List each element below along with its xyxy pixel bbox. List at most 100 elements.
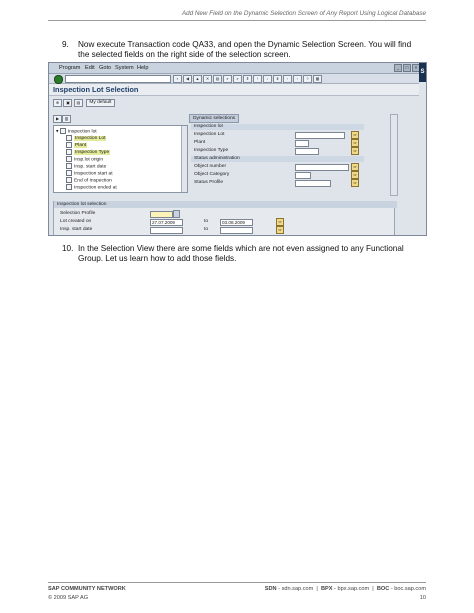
- minimize-icon[interactable]: _: [394, 64, 402, 72]
- sap-logo-icon: S: [419, 63, 426, 82]
- get-variant-icon[interactable]: ▣: [63, 99, 73, 107]
- dynamic-selections-icon[interactable]: ▤: [73, 99, 83, 107]
- back-icon[interactable]: ◀: [183, 75, 192, 83]
- header-divider: [48, 20, 426, 21]
- sdn-label: SDN: [264, 586, 277, 592]
- to-label: to: [204, 219, 209, 224]
- lot-created-from-input[interactable]: 27.07.2009: [150, 219, 183, 226]
- multiple-selection-icon[interactable]: ⇨: [351, 131, 359, 139]
- multiple-selection-icon[interactable]: ⇨: [351, 163, 359, 171]
- dynamic-selections-scrollbar[interactable]: [390, 114, 398, 196]
- tree-toolbar: ▶ ▥: [53, 115, 71, 123]
- find-next-icon[interactable]: ⌕: [233, 75, 242, 83]
- inspection-type-input[interactable]: [295, 148, 319, 155]
- multiple-selection-icon[interactable]: ⇨: [276, 226, 284, 234]
- field-label: Inspection Lot: [194, 132, 225, 137]
- shortcut-icon[interactable]: ▫: [293, 75, 302, 83]
- dynamic-selections-panel: Dynamic selections Inspection lot Inspec…: [189, 114, 389, 194]
- field-icon: [66, 142, 72, 148]
- enter-icon[interactable]: [54, 75, 63, 84]
- find-icon[interactable]: ⌕: [223, 75, 232, 83]
- field-label: Inspection Type: [194, 148, 229, 153]
- first-page-icon[interactable]: ⇞: [243, 75, 252, 83]
- maximize-icon[interactable]: □: [403, 64, 411, 72]
- insp-start-date-from-input[interactable]: [150, 227, 183, 234]
- execute-icon[interactable]: ⊕: [53, 99, 62, 107]
- dynamic-selections-tab[interactable]: Dynamic selections: [189, 114, 240, 123]
- folder-icon: [59, 128, 66, 134]
- menu-bar: Program Edit Goto System Help _ □ ×: [49, 63, 426, 74]
- footer-copyright: © 2009 SAP AG: [48, 595, 89, 601]
- bpx-link[interactable]: bpx.sap.com: [337, 586, 369, 592]
- status-profile-input[interactable]: [295, 180, 331, 187]
- plant-input[interactable]: [295, 140, 309, 147]
- field-icon: [66, 156, 72, 162]
- transfer-icon[interactable]: ▶: [53, 115, 62, 123]
- multiple-selection-icon[interactable]: ⇨: [351, 179, 359, 187]
- page-number: 10: [419, 595, 426, 601]
- value-help-icon[interactable]: [173, 210, 180, 218]
- insp-start-date-to-input[interactable]: [220, 227, 253, 234]
- to-label: to: [204, 227, 209, 232]
- standard-toolbar: ▪ ◀ ▲ ✕ ▤ ⌕ ⌕ ⇞ ↑ ↓ ⇟ ▫ ▫? ▦: [49, 74, 419, 84]
- field-icon: [66, 177, 72, 183]
- save-icon[interactable]: ▪: [173, 75, 182, 83]
- boc-link[interactable]: boc.sap.com: [394, 586, 426, 592]
- layout-icon[interactable]: ▦: [313, 75, 322, 83]
- last-page-icon[interactable]: ⇟: [273, 75, 282, 83]
- bpx-label: BPX: [320, 586, 333, 592]
- field-label: Status Profile: [194, 180, 224, 185]
- multiple-selection-icon[interactable]: ⇨: [351, 171, 359, 179]
- field-tree: ▾ Inspection lot Inspection Lot Plant In…: [53, 125, 188, 193]
- print-icon[interactable]: ▤: [213, 75, 222, 83]
- screen-title-bar: Inspection Lot Selection: [49, 84, 419, 96]
- prev-page-icon[interactable]: ↑: [253, 75, 262, 83]
- field-label: Object Category: [194, 172, 230, 177]
- help-icon[interactable]: ?: [303, 75, 312, 83]
- screen-title: Inspection Lot Selection: [53, 85, 139, 94]
- field-icon: [66, 135, 72, 141]
- object-number-input[interactable]: [295, 164, 349, 171]
- tree-node[interactable]: Inspection ended at: [66, 184, 117, 191]
- window-controls: _ □ ×: [393, 64, 420, 72]
- toolbar-icons: ▪ ◀ ▲ ✕ ▤ ⌕ ⌕ ⇞ ↑ ↓ ⇟ ▫ ▫? ▦: [173, 75, 323, 83]
- multiple-selection-icon[interactable]: ⇨: [351, 139, 359, 147]
- my-default-button[interactable]: My default: [86, 99, 115, 107]
- inspection-lot-input[interactable]: [295, 132, 345, 139]
- insp-start-date-label: Insp. start date: [60, 227, 93, 232]
- selection-profile-label: Selection Profile: [60, 211, 96, 216]
- menu-program[interactable]: Program: [59, 65, 80, 71]
- group-header: Inspection lot: [191, 124, 364, 130]
- menu-help[interactable]: Help: [137, 65, 149, 71]
- multiple-selection-icon[interactable]: ⇨: [351, 147, 359, 155]
- sdn-link[interactable]: sdn.sap.com: [282, 586, 314, 592]
- field-icon: [66, 149, 72, 155]
- boc-label: BOC: [376, 586, 390, 592]
- field-icon: [66, 184, 72, 190]
- command-field[interactable]: [65, 75, 171, 83]
- multiple-selection-icon[interactable]: ⇨: [276, 218, 284, 226]
- tree-scrollbar[interactable]: [181, 126, 187, 192]
- new-session-icon[interactable]: ▫: [283, 75, 292, 83]
- selection-profile-input[interactable]: [150, 211, 173, 218]
- object-category-input[interactable]: [295, 172, 311, 179]
- lot-created-to-input[interactable]: 03.08.2009: [220, 219, 253, 226]
- menu-system[interactable]: System: [115, 65, 134, 71]
- step-text: In the Selection View there are some fie…: [78, 244, 404, 263]
- delete-icon[interactable]: ▥: [62, 115, 71, 123]
- menu-goto[interactable]: Goto: [99, 65, 111, 71]
- field-label: Object number: [194, 164, 227, 169]
- application-toolbar: ⊕ ▣ ▤ My default: [53, 99, 115, 107]
- next-page-icon[interactable]: ↓: [263, 75, 272, 83]
- group-header: Status administration: [191, 156, 364, 162]
- step-number: 9.: [62, 40, 69, 49]
- menu-edit[interactable]: Edit: [85, 65, 95, 71]
- cancel-icon[interactable]: ✕: [203, 75, 212, 83]
- lot-created-on-label: Lot created on: [60, 219, 92, 224]
- exit-icon[interactable]: ▲: [193, 75, 202, 83]
- field-icon: [66, 170, 72, 176]
- inspection-lot-selection-frame: Inspection lot selection Selection Profi…: [53, 201, 397, 235]
- document-header-title: Add New Field on the Dynamic Selection S…: [181, 10, 426, 17]
- step-text: Now execute Transaction code QA33, and o…: [78, 40, 412, 59]
- sap-screenshot: Program Edit Goto System Help _ □ × S ▪ ◀ ▲ ✕…: [48, 62, 427, 236]
